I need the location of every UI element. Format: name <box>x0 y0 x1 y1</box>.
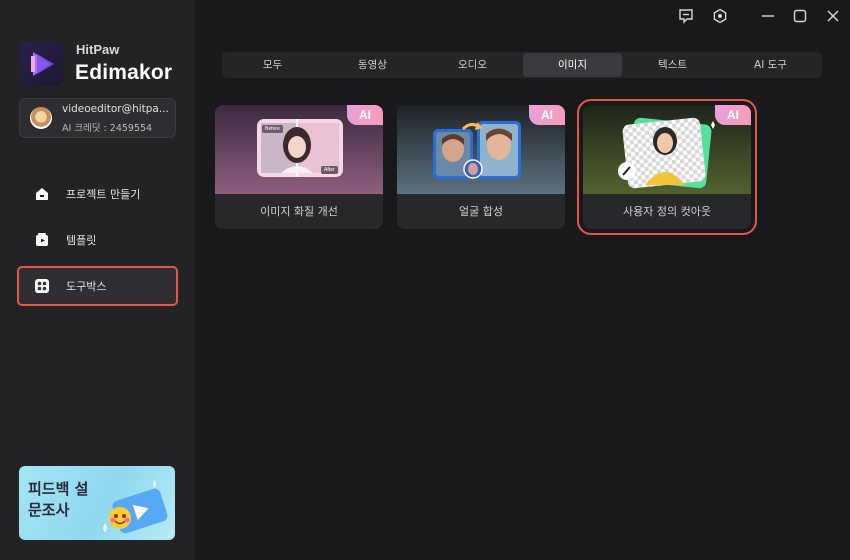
card-label: 이미지 화질 개선 <box>260 205 338 218</box>
card-label: 얼굴 합성 <box>459 205 503 218</box>
ai-badge: AI <box>347 105 383 125</box>
sidebar-item-label: 템플릿 <box>66 234 97 247</box>
sidebar-item-templates[interactable]: 템플릿 <box>19 222 176 258</box>
settings-icon[interactable] <box>712 8 728 24</box>
tab-text[interactable]: 텍스트 <box>623 53 722 77</box>
tool-card-face-swap[interactable]: AI 얼굴 합성 <box>397 105 565 229</box>
sidebar: HitPaw Edimakor videoeditor@hitpa... AI … <box>0 0 195 560</box>
minimize-icon[interactable] <box>760 8 776 24</box>
feedback-survey-banner[interactable]: 피드백 설문조사 <box>19 466 175 540</box>
tab-video[interactable]: 동영상 <box>323 53 422 77</box>
promo-text: 피드백 설문조사 <box>28 480 89 519</box>
account-panel[interactable]: videoeditor@hitpa... AI 크레딧 : 2459554 <box>19 98 176 138</box>
tool-card-custom-cutout[interactable]: AI 사용자 정의 컷아웃 <box>577 99 757 235</box>
feedback-icon[interactable] <box>678 8 694 24</box>
maximize-icon[interactable] <box>792 8 808 24</box>
sidebar-item-create-project[interactable]: 프로젝트 만들기 <box>19 176 176 212</box>
brand-name-main: Edimakor <box>75 61 173 84</box>
before-tag: Before <box>262 125 283 133</box>
card-label: 사용자 정의 컷아웃 <box>623 205 711 218</box>
ai-credit: AI 크레딧 : 2459554 <box>62 123 153 134</box>
tab-audio[interactable]: 오디오 <box>423 53 522 77</box>
app-logo <box>20 42 64 86</box>
ai-badge: AI <box>715 105 751 125</box>
home-icon <box>34 186 50 202</box>
promo-illustration-icon <box>103 480 168 534</box>
toolbox-icon <box>34 278 50 294</box>
template-icon <box>34 232 50 248</box>
tool-card-image-enhancer[interactable]: Before After AI 이미지 화질 개선 <box>215 105 383 229</box>
sidebar-item-label: 도구박스 <box>66 280 107 293</box>
tab-image[interactable]: 이미지 <box>523 53 622 77</box>
avatar <box>30 107 52 129</box>
close-icon[interactable] <box>825 8 841 24</box>
sidebar-item-label: 프로젝트 만들기 <box>66 188 141 201</box>
tab-ai-tools[interactable]: AI 도구 <box>721 53 820 77</box>
tab-all[interactable]: 모두 <box>223 53 322 77</box>
sidebar-item-toolbox[interactable]: 도구박스 <box>17 266 178 306</box>
brand-name-top: HitPaw <box>76 42 120 57</box>
after-tag: After <box>321 166 338 174</box>
ai-badge: AI <box>529 105 565 125</box>
account-email: videoeditor@hitpa... <box>62 103 169 115</box>
category-tabs: 모두 동영상 오디오 이미지 텍스트 AI 도구 <box>222 52 822 78</box>
